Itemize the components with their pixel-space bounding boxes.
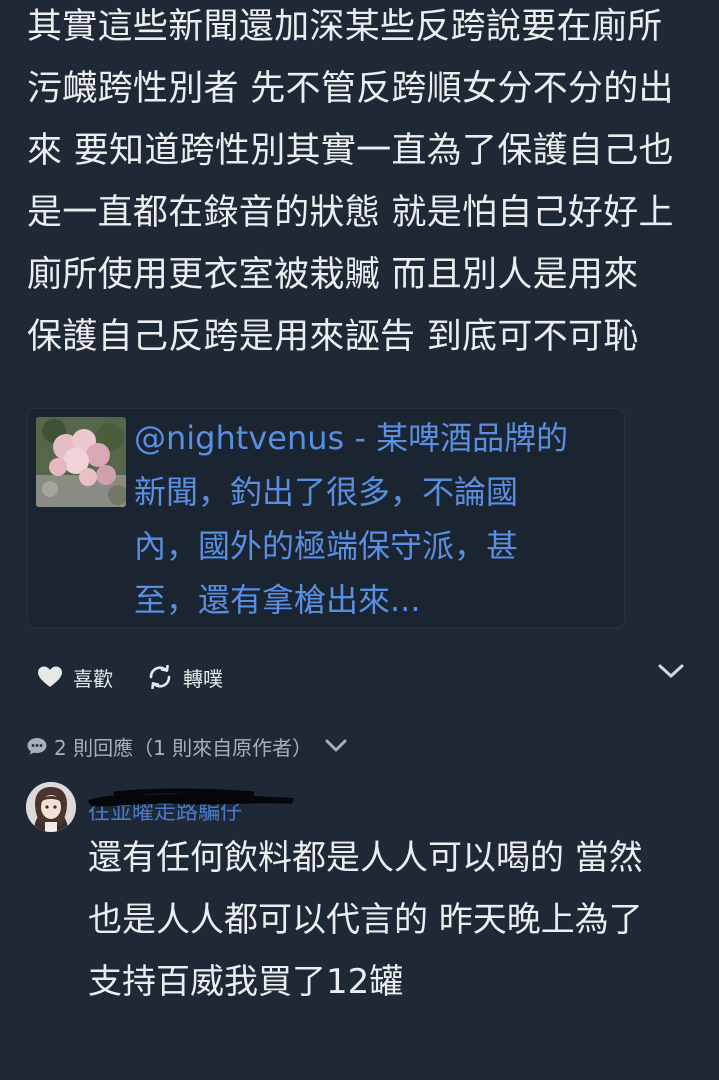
post-body: 其實這些新聞還加深某些反跨說要在廁所 污衊跨性別者 先不管反跨順女分不分的出 來… bbox=[27, 0, 697, 368]
chevron-down-icon bbox=[657, 664, 685, 684]
reblog-label: 轉噗 bbox=[183, 666, 223, 691]
speech-bubble-icon bbox=[26, 736, 48, 756]
chevron-down-icon bbox=[324, 738, 348, 754]
like-label: 喜歡 bbox=[73, 666, 113, 691]
reply-text-line: 也是人人都可以代言的 昨天晚上為了 bbox=[88, 900, 643, 940]
quote-text-line: 內，國外的極端保守派，甚 bbox=[134, 527, 519, 565]
post-text-line: 來 要知道跨性別其實一直為了保護自己也 bbox=[27, 131, 674, 171]
quote-text-line: @nightvenus - 某啤酒品牌的 bbox=[134, 419, 569, 457]
quoted-post-card[interactable]: @nightvenus - 某啤酒品牌的 新聞，釣出了很多，不論國 內，國外的極… bbox=[27, 408, 625, 628]
post-text-line: 保護自己反跨是用來誣告 到底可不可恥 bbox=[27, 317, 639, 357]
reply-text-line: 支持百威我買了12罐 bbox=[88, 962, 404, 1002]
replies-toggle[interactable]: 2 則回應（1 則來自原作者） bbox=[26, 730, 348, 762]
quoted-post-text[interactable]: @nightvenus - 某啤酒品牌的 新聞，釣出了很多，不論國 內，國外的極… bbox=[134, 411, 604, 627]
expand-button[interactable] bbox=[657, 662, 685, 684]
quote-text-line: 至，還有拿槍出來... bbox=[134, 581, 421, 619]
reply-text: 還有任何飲料都是人人可以喝的 當然 也是人人都可以代言的 昨天晚上為了 支持百威… bbox=[88, 827, 698, 1013]
repost-icon bbox=[147, 665, 173, 689]
post-text-line: 廁所使用更衣室被栽贓 而且別人是用來 bbox=[27, 255, 639, 295]
redaction-scribble bbox=[84, 788, 299, 810]
flower-photo-thumbnail bbox=[36, 417, 126, 507]
post-text-line: 污衊跨性別者 先不管反跨順女分不分的出 bbox=[27, 69, 674, 109]
quote-text-line: 新聞，釣出了很多，不論國 bbox=[134, 473, 519, 511]
replies-count-label: 2 則回應（1 則來自原作者） bbox=[54, 735, 313, 760]
heart-icon bbox=[37, 665, 63, 689]
post-text-line: 是一直都在錄音的狀態 就是怕自己好好上 bbox=[27, 193, 674, 233]
post-text-line: 其實這些新聞還加深某些反跨說要在廁所 bbox=[27, 7, 663, 47]
reply-text-line: 還有任何飲料都是人人可以喝的 當然 bbox=[88, 838, 643, 878]
like-button[interactable]: 喜歡 bbox=[37, 656, 113, 698]
reblog-button[interactable]: 轉噗 bbox=[147, 656, 223, 698]
avatar[interactable] bbox=[26, 782, 76, 832]
post-actions-bar: 喜歡 轉噗 bbox=[37, 656, 685, 698]
